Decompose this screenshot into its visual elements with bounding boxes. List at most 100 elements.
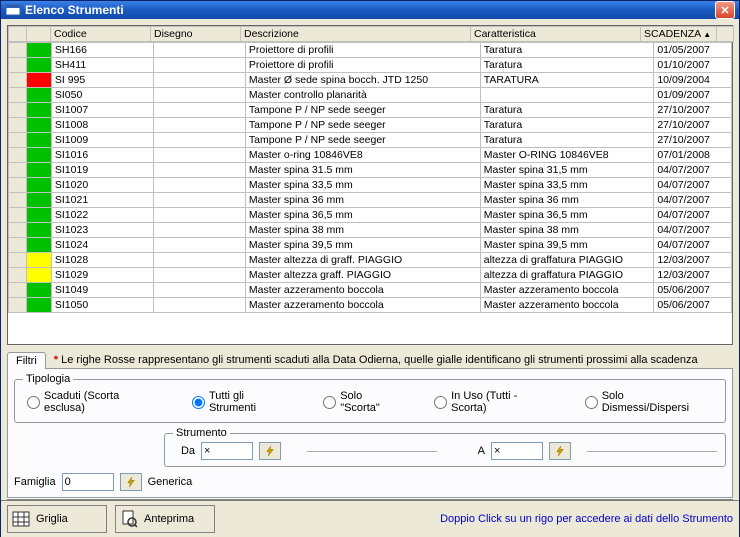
row-marker (9, 298, 27, 313)
cell-codice: SI1029 (51, 268, 153, 283)
radio-tutti[interactable]: Tutti gli Strumenti (192, 390, 293, 414)
table-row[interactable]: SH411Proiettore di profiliTaratura01/10/… (9, 58, 732, 73)
radio-dismessi[interactable]: Solo Dismessi/Dispersi (585, 390, 713, 414)
a-lookup-button[interactable] (549, 442, 571, 460)
tipologia-options: Scaduti (Scorta esclusa) Tutti gli Strum… (23, 388, 717, 416)
cell-codice: SI1019 (51, 163, 153, 178)
cell-scadenza: 27/10/2007 (654, 103, 732, 118)
row-marker (9, 283, 27, 298)
row-marker (9, 88, 27, 103)
cell-disegno (153, 73, 245, 88)
table-row[interactable]: SH166Proiettore di profiliTaratura01/05/… (9, 43, 732, 58)
cell-codice: SI1023 (51, 223, 153, 238)
cell-scadenza: 04/07/2007 (654, 223, 732, 238)
cell-disegno (153, 133, 245, 148)
cell-codice: SH166 (51, 43, 153, 58)
col-caratteristica[interactable]: Caratteristica (471, 27, 641, 42)
da-lookup-button[interactable] (259, 442, 281, 460)
row-marker (9, 178, 27, 193)
cell-disegno (153, 58, 245, 73)
row-marker (9, 133, 27, 148)
cell-descrizione: Master spina 31.5 mm (245, 163, 480, 178)
table-row[interactable]: SI050Master controllo planarità01/09/200… (9, 88, 732, 103)
row-marker (9, 208, 27, 223)
table-row[interactable]: SI1050Master azzeramento boccolaMaster a… (9, 298, 732, 313)
table-row[interactable]: SI1007Tampone P / NP sede seegerTaratura… (9, 103, 732, 118)
cell-descrizione: Master spina 36 mm (245, 193, 480, 208)
status-cell (27, 268, 52, 283)
table-row[interactable]: SI1049Master azzeramento boccolaMaster a… (9, 283, 732, 298)
cell-descrizione: Master spina 38 mm (245, 223, 480, 238)
bolt-icon (555, 446, 565, 456)
famiglia-lookup-button[interactable] (120, 473, 142, 491)
table-row[interactable]: SI1029Master altezza graff. PIAGGIOaltez… (9, 268, 732, 283)
status-cell (27, 103, 52, 118)
cell-codice: SH411 (51, 58, 153, 73)
cell-disegno (153, 208, 245, 223)
cell-scadenza: 27/10/2007 (654, 118, 732, 133)
cell-scadenza: 04/07/2007 (654, 178, 732, 193)
col-marker[interactable] (9, 27, 27, 42)
radio-scaduti[interactable]: Scaduti (Scorta esclusa) (27, 390, 162, 414)
cell-codice: SI1050 (51, 298, 153, 313)
col-descrizione[interactable]: Descrizione (241, 27, 471, 42)
col-status[interactable] (27, 27, 51, 42)
cell-disegno (153, 103, 245, 118)
table-row[interactable]: SI1022Master spina 36,5 mmMaster spina 3… (9, 208, 732, 223)
cell-disegno (153, 283, 245, 298)
cell-caratteristica: Master azzeramento boccola (480, 283, 654, 298)
cell-codice: SI1008 (51, 118, 153, 133)
col-codice[interactable]: Codice (51, 27, 151, 42)
row-marker (9, 58, 27, 73)
cell-scadenza: 01/05/2007 (654, 43, 732, 58)
cell-codice: SI1022 (51, 208, 153, 223)
cell-descrizione: Master controllo planarità (245, 88, 480, 103)
cell-scadenza: 12/03/2007 (654, 268, 732, 283)
da-label: Da (173, 445, 195, 457)
cell-descrizione: Master azzeramento boccola (245, 283, 480, 298)
table-row[interactable]: SI1020Master spina 33,5 mmMaster spina 3… (9, 178, 732, 193)
griglia-button[interactable]: Griglia (7, 505, 107, 533)
col-scadenza[interactable]: SCADENZA▲ (641, 27, 717, 42)
status-cell (27, 238, 52, 253)
sort-asc-icon: ▲ (703, 30, 711, 39)
bolt-icon (126, 477, 136, 487)
table-row[interactable]: SI1028Master altezza di graff. PIAGGIOal… (9, 253, 732, 268)
anteprima-label: Anteprima (144, 513, 194, 525)
legend-text: * Le righe Rosse rappresentano gli strum… (54, 354, 698, 366)
data-grid[interactable]: Codice Disegno Descrizione Caratteristic… (7, 25, 733, 345)
close-button[interactable]: ✕ (715, 1, 735, 19)
cell-descrizione: Proiettore di profili (245, 58, 480, 73)
cell-codice: SI1009 (51, 133, 153, 148)
cell-caratteristica: Master spina 36 mm (480, 193, 654, 208)
tab-filtri[interactable]: Filtri (7, 352, 46, 369)
cell-codice: SI 995 (51, 73, 153, 88)
status-cell (27, 118, 52, 133)
table-row[interactable]: SI1008Tampone P / NP sede seegerTaratura… (9, 118, 732, 133)
da-input[interactable] (201, 442, 253, 460)
status-cell (27, 193, 52, 208)
grid-body-scroll[interactable]: SH166Proiettore di profiliTaratura01/05/… (8, 42, 732, 345)
status-cell (27, 283, 52, 298)
cell-caratteristica: TARATURA (480, 73, 654, 88)
cell-disegno (153, 298, 245, 313)
radio-scorta[interactable]: Solo "Scorta" (323, 390, 404, 414)
cell-codice: SI1024 (51, 238, 153, 253)
cell-descrizione: Master azzeramento boccola (245, 298, 480, 313)
table-row[interactable]: SI1019Master spina 31.5 mmMaster spina 3… (9, 163, 732, 178)
col-disegno[interactable]: Disegno (151, 27, 241, 42)
cell-scadenza: 27/10/2007 (654, 133, 732, 148)
anteprima-button[interactable]: Anteprima (115, 505, 215, 533)
table-row[interactable]: SI1024Master spina 39,5 mmMaster spina 3… (9, 238, 732, 253)
famiglia-input[interactable] (62, 473, 114, 491)
status-cell (27, 208, 52, 223)
a-input[interactable] (491, 442, 543, 460)
table-row[interactable]: SI1009Tampone P / NP sede seegerTaratura… (9, 133, 732, 148)
table-row[interactable]: SI 995Master Ø sede spina bocch. JTD 125… (9, 73, 732, 88)
radio-inuso[interactable]: In Uso (Tutti - Scorta) (434, 390, 555, 414)
cell-codice: SI1016 (51, 148, 153, 163)
table-row[interactable]: SI1016Master o-ring 10846VE8Master O-RIN… (9, 148, 732, 163)
table-row[interactable]: SI1021Master spina 36 mmMaster spina 36 … (9, 193, 732, 208)
table-row[interactable]: SI1023Master spina 38 mmMaster spina 38 … (9, 223, 732, 238)
row-marker (9, 193, 27, 208)
